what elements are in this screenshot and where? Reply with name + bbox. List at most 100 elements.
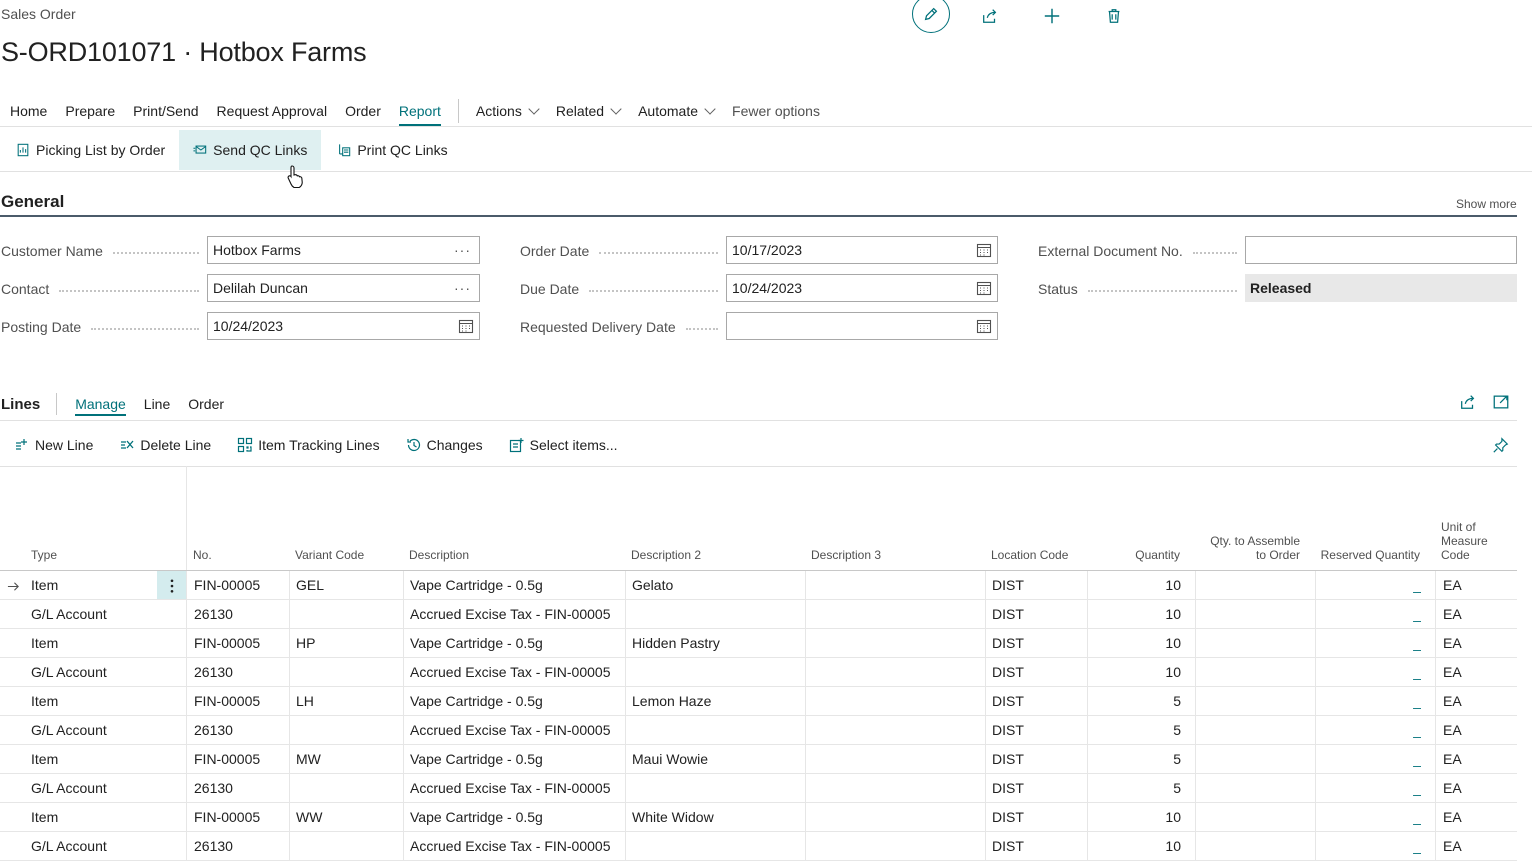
cell-reserved-quantity[interactable]: _ <box>1320 600 1421 628</box>
cell-quantity[interactable]: 5 <box>1090 687 1181 715</box>
cell-location-code[interactable]: DIST <box>992 658 1086 686</box>
cell-description-2[interactable] <box>632 600 804 628</box>
order-date-field[interactable]: 10/17/2023 <box>726 236 998 264</box>
cell-description[interactable]: Accrued Excise Tax - FIN-00005 <box>410 658 624 686</box>
tab-print-send[interactable]: Print/Send <box>124 99 207 123</box>
cell-quantity[interactable]: 10 <box>1090 803 1181 831</box>
picking-list-button[interactable]: Picking List by Order <box>0 130 179 170</box>
tab-report[interactable]: Report <box>390 99 450 126</box>
cell-location-code[interactable]: DIST <box>992 600 1086 628</box>
column-header-qty-to-assemble[interactable]: Qty. to Assemble to Order <box>1190 534 1300 562</box>
cell-type[interactable]: G/L Account <box>31 600 156 628</box>
cell-reserved-quantity[interactable]: _ <box>1320 658 1421 686</box>
cell-quantity[interactable]: 10 <box>1090 571 1181 599</box>
cell-type[interactable]: G/L Account <box>31 716 156 744</box>
lines-tab-line[interactable]: Line <box>144 396 170 412</box>
cell-quantity[interactable]: 5 <box>1090 774 1181 802</box>
cell-variant-code[interactable] <box>296 658 401 686</box>
cell-unit-of-measure[interactable]: EA <box>1443 774 1513 802</box>
cell-location-code[interactable]: DIST <box>992 774 1086 802</box>
cell-variant-code[interactable] <box>296 774 401 802</box>
table-row[interactable]: Item FIN-00005 GEL Vape Cartridge - 0.5g Gel… <box>0 571 1517 600</box>
row-menu-icon[interactable] <box>157 571 186 599</box>
cell-description-2[interactable]: Gelato <box>632 571 804 599</box>
cell-quantity[interactable]: 10 <box>1090 600 1181 628</box>
column-header-description-2[interactable]: Description 2 <box>631 548 701 562</box>
table-row[interactable]: Item FIN-00005 HP Vape Cartridge - 0.5g Hidd… <box>0 629 1517 658</box>
tab-home[interactable]: Home <box>0 99 56 123</box>
cell-location-code[interactable]: DIST <box>992 687 1086 715</box>
cell-location-code[interactable]: DIST <box>992 803 1086 831</box>
cell-no[interactable]: 26130 <box>194 832 289 860</box>
calendar-icon[interactable] <box>458 318 474 334</box>
fewer-options-button[interactable]: Fewer options <box>723 99 829 123</box>
column-header-quantity[interactable]: Quantity <box>1100 548 1180 562</box>
contact-field[interactable]: Delilah Duncan ··· <box>207 274 480 302</box>
cell-description[interactable]: Vape Cartridge - 0.5g <box>410 629 624 657</box>
cell-description[interactable]: Vape Cartridge - 0.5g <box>410 745 624 773</box>
cell-no[interactable]: FIN-00005 <box>194 745 289 773</box>
cell-variant-code[interactable] <box>296 716 401 744</box>
cell-reserved-quantity[interactable]: _ <box>1320 716 1421 744</box>
cell-description[interactable]: Vape Cartridge - 0.5g <box>410 687 624 715</box>
cell-type[interactable]: G/L Account <box>31 832 156 860</box>
cell-description[interactable]: Accrued Excise Tax - FIN-00005 <box>410 716 624 744</box>
cell-no[interactable]: 26130 <box>194 716 289 744</box>
customer-name-field[interactable]: Hotbox Farms ··· <box>207 236 480 264</box>
cell-type[interactable]: Item <box>31 571 156 599</box>
cell-description-2[interactable]: White Widow <box>632 803 804 831</box>
column-header-description-3[interactable]: Description 3 <box>811 548 881 562</box>
cell-quantity[interactable]: 5 <box>1090 745 1181 773</box>
cell-quantity[interactable]: 5 <box>1090 716 1181 744</box>
table-row[interactable]: Item FIN-00005 MW Vape Cartridge - 0.5g Maui… <box>0 745 1517 774</box>
pin-icon[interactable] <box>1492 436 1510 454</box>
cell-reserved-quantity[interactable]: _ <box>1320 687 1421 715</box>
share-icon[interactable] <box>1459 393 1477 411</box>
cell-location-code[interactable]: DIST <box>992 832 1086 860</box>
column-header-reserved-quantity[interactable]: Reserved Quantity <box>1310 548 1420 562</box>
table-row[interactable]: G/L Account 26130 Accrued Excise Tax - FIN… <box>0 774 1517 803</box>
cell-description[interactable]: Vape Cartridge - 0.5g <box>410 571 624 599</box>
requested-delivery-date-field[interactable] <box>726 312 998 340</box>
column-header-location-code[interactable]: Location Code <box>991 548 1068 562</box>
delete-icon[interactable] <box>1098 0 1130 32</box>
column-header-no[interactable]: No. <box>193 548 212 562</box>
cell-reserved-quantity[interactable]: _ <box>1320 629 1421 657</box>
expand-icon[interactable] <box>1492 393 1510 411</box>
cell-type[interactable]: Item <box>31 803 156 831</box>
add-icon[interactable] <box>1036 0 1068 32</box>
lookup-ellipsis-icon[interactable]: ··· <box>454 280 474 296</box>
cell-variant-code[interactable]: MW <box>296 745 401 773</box>
cell-unit-of-measure[interactable]: EA <box>1443 600 1513 628</box>
cell-unit-of-measure[interactable]: EA <box>1443 803 1513 831</box>
cell-type[interactable]: G/L Account <box>31 658 156 686</box>
cell-unit-of-measure[interactable]: EA <box>1443 832 1513 860</box>
lines-tab-order[interactable]: Order <box>188 396 224 412</box>
cell-description[interactable]: Accrued Excise Tax - FIN-00005 <box>410 774 624 802</box>
table-row[interactable]: Item FIN-00005 LH Vape Cartridge - 0.5g Lemo… <box>0 687 1517 716</box>
cell-unit-of-measure[interactable]: EA <box>1443 687 1513 715</box>
cell-description[interactable]: Accrued Excise Tax - FIN-00005 <box>410 600 624 628</box>
cell-description-2[interactable]: Maui Wowie <box>632 745 804 773</box>
cell-unit-of-measure[interactable]: EA <box>1443 629 1513 657</box>
tab-request-approval[interactable]: Request Approval <box>208 99 337 123</box>
menu-related[interactable]: Related <box>547 99 629 123</box>
cell-description-2[interactable] <box>632 716 804 744</box>
cell-description-2[interactable]: Lemon Haze <box>632 687 804 715</box>
cell-variant-code[interactable]: WW <box>296 803 401 831</box>
cell-no[interactable]: FIN-00005 <box>194 571 289 599</box>
cell-no[interactable]: 26130 <box>194 600 289 628</box>
show-more-link[interactable]: Show more <box>1456 197 1517 211</box>
cell-unit-of-measure[interactable]: EA <box>1443 716 1513 744</box>
cell-quantity[interactable]: 10 <box>1090 629 1181 657</box>
calendar-icon[interactable] <box>976 280 992 296</box>
cell-type[interactable]: Item <box>31 629 156 657</box>
cell-description-2[interactable] <box>632 774 804 802</box>
due-date-field[interactable]: 10/24/2023 <box>726 274 998 302</box>
column-header-description[interactable]: Description <box>409 548 469 562</box>
cell-description[interactable]: Vape Cartridge - 0.5g <box>410 803 624 831</box>
tab-order[interactable]: Order <box>336 99 390 123</box>
posting-date-field[interactable]: 10/24/2023 <box>207 312 480 340</box>
external-document-no-field[interactable] <box>1245 236 1517 264</box>
lookup-ellipsis-icon[interactable]: ··· <box>454 242 474 258</box>
